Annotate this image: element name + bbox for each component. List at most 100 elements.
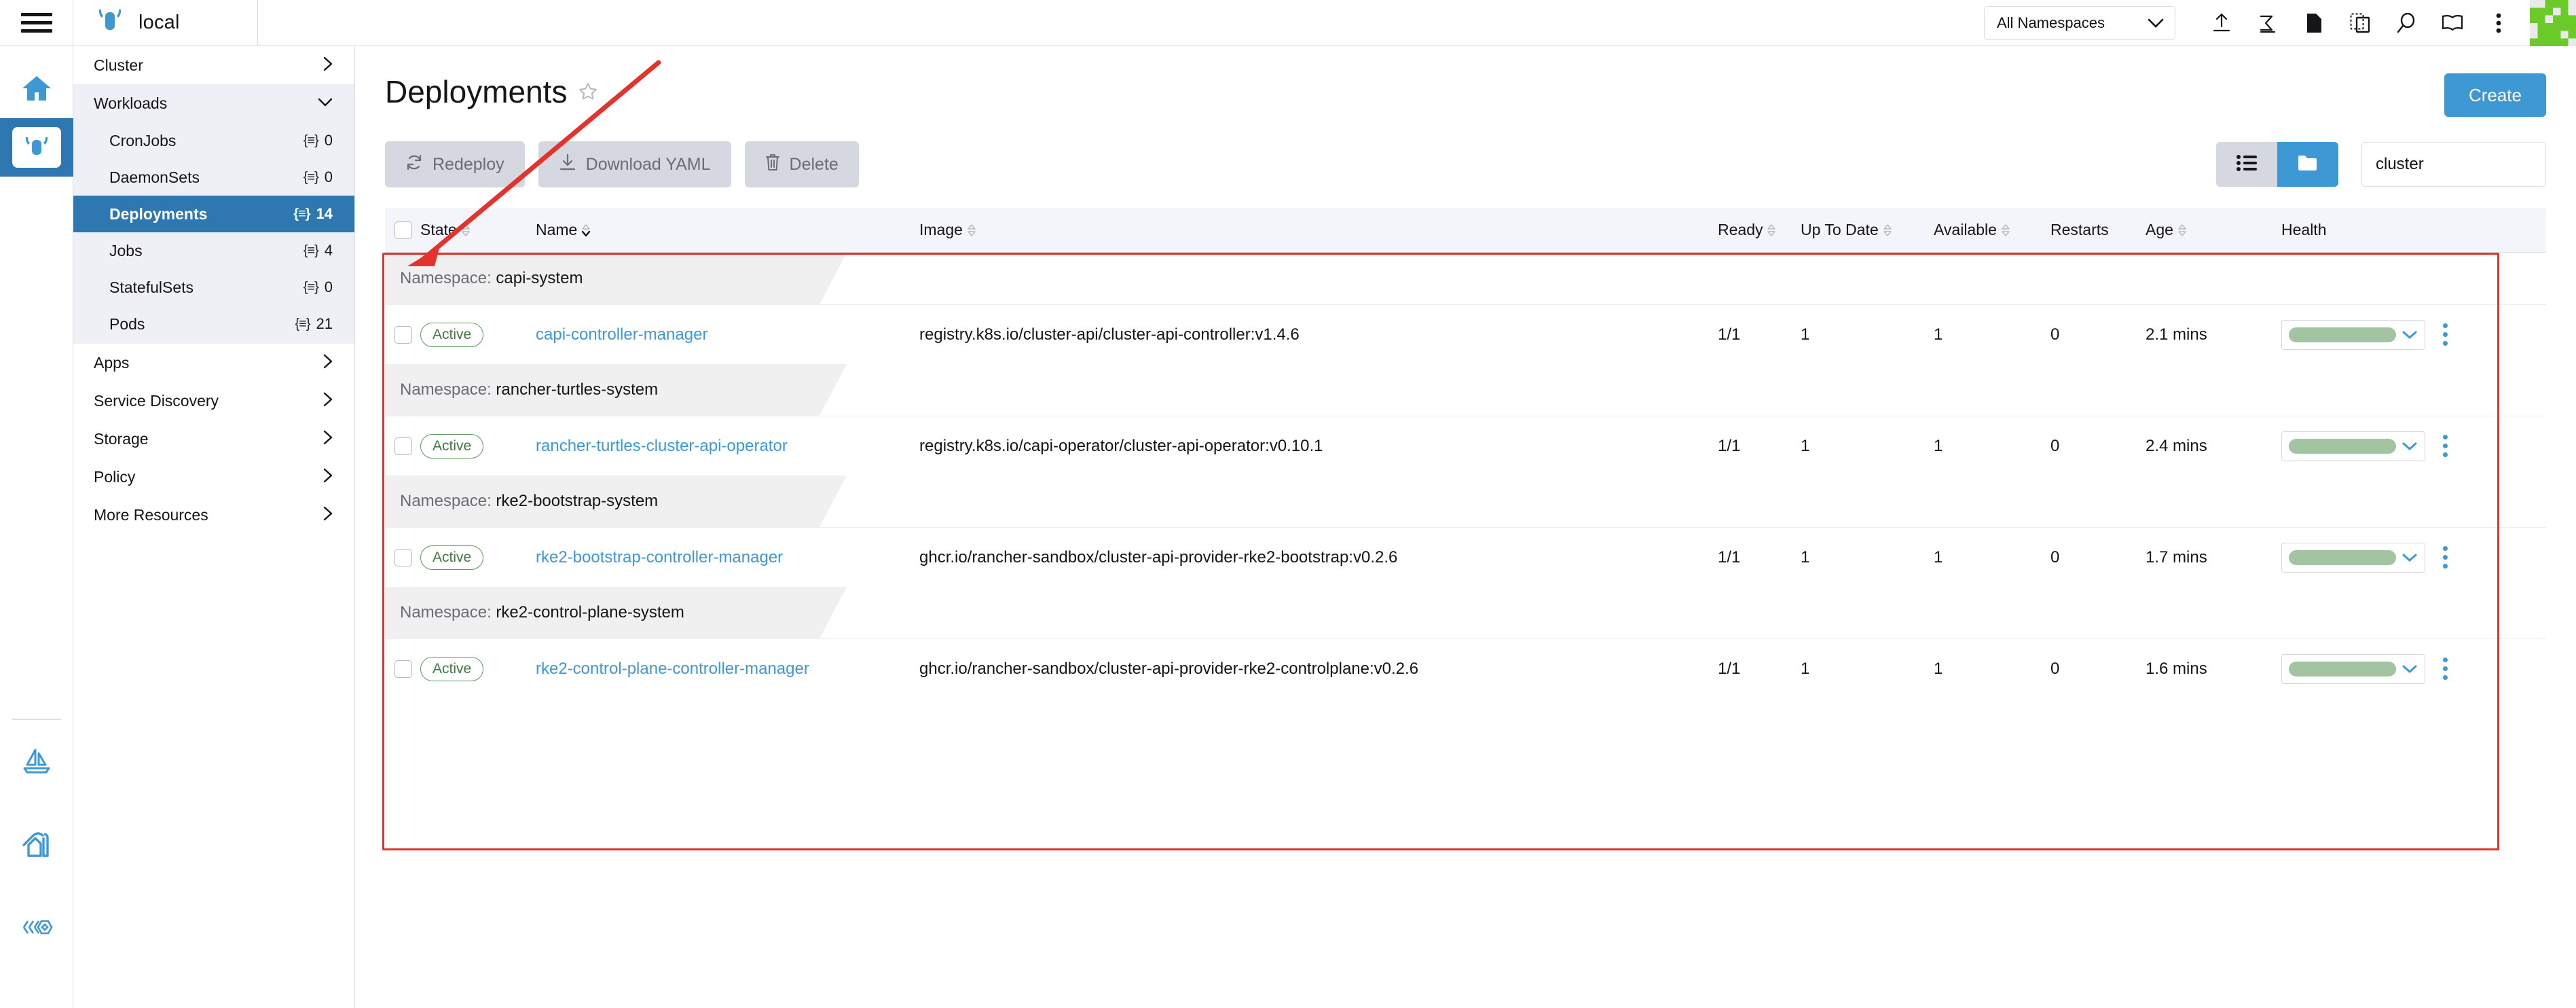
flat-list-view-button[interactable] — [2216, 142, 2277, 187]
deployment-link[interactable]: rke2-control-plane-controller-manager — [536, 660, 809, 678]
sidebar-item-label: Jobs — [109, 241, 143, 259]
kubectl-shell-icon[interactable] — [2245, 0, 2291, 46]
namespace-group-header: Namespace: rke2-bootstrap-system — [385, 475, 2546, 527]
row-select-cell — [385, 325, 420, 344]
namespace-group-header: Namespace: capi-system — [385, 253, 2546, 304]
file-icon[interactable] — [2291, 0, 2337, 46]
delete-button[interactable]: Delete — [744, 141, 859, 187]
docs-icon[interactable] — [2429, 0, 2476, 46]
search-filter[interactable] — [2361, 142, 2546, 187]
table-row[interactable]: Active rke2-control-plane-controller-man… — [385, 638, 2546, 698]
sidebar-item-cronjobs[interactable]: CronJobs {≡} 0 — [73, 122, 354, 159]
column-header-label: State — [420, 221, 457, 238]
local-cluster-icon[interactable] — [0, 118, 73, 177]
column-header-available[interactable]: Available — [1934, 221, 2050, 239]
sidebar-item-count-value: 0 — [324, 278, 333, 295]
column-header-age[interactable]: Age — [2146, 221, 2281, 239]
row-ready-cell: 1/1 — [1718, 325, 1741, 344]
sidebar-group-storage[interactable]: Storage — [73, 420, 354, 458]
row-state-cell: Active — [420, 656, 536, 681]
deployment-link[interactable]: capi-controller-manager — [536, 325, 707, 344]
copy-kubeconfig-icon[interactable] — [2337, 0, 2383, 46]
namespace-value: rke2-control-plane-system — [496, 603, 684, 622]
column-header-label: Restarts — [2050, 221, 2109, 238]
sidebar-item-pods[interactable]: Pods {≡} 21 — [73, 306, 354, 342]
sidebar-group-workloads[interactable]: Workloads — [73, 84, 354, 122]
sidebar-item-statefulsets[interactable]: StatefulSets {≡} 0 — [73, 269, 354, 306]
namespace-value: capi-system — [496, 269, 583, 287]
home-icon[interactable] — [0, 60, 73, 118]
star-outline-icon[interactable] — [578, 82, 598, 102]
row-select-cell — [385, 437, 420, 455]
search-icon[interactable] — [2383, 0, 2429, 46]
sidebar-item-label: CronJobs — [109, 131, 177, 149]
overflow-menu-icon[interactable] — [2476, 0, 2522, 46]
row-checkbox[interactable] — [394, 325, 412, 344]
sidebar-group-cluster[interactable]: Cluster — [73, 46, 354, 84]
row-actions-menu[interactable] — [2440, 321, 2450, 348]
row-checkbox[interactable] — [394, 660, 412, 678]
avatar[interactable] — [2530, 0, 2576, 46]
row-actions-menu[interactable] — [2440, 655, 2450, 683]
column-header-image[interactable]: Image — [919, 221, 1718, 239]
sidebar-group-label: Storage — [94, 429, 149, 448]
column-header-state[interactable]: State — [420, 221, 536, 239]
download-yaml-button[interactable]: Download YAML — [538, 141, 731, 187]
row-up-to-date-cell: 1 — [1801, 436, 1810, 455]
deployment-link[interactable]: rke2-bootstrap-controller-manager — [536, 548, 783, 566]
row-actions-menu[interactable] — [2440, 432, 2450, 460]
sidebar-group-apps[interactable]: Apps — [73, 344, 354, 382]
sidebar-group-service-discovery[interactable]: Service Discovery — [73, 382, 354, 420]
table-row[interactable]: Active capi-controller-manager registry.… — [385, 304, 2546, 364]
row-actions-menu[interactable] — [2440, 543, 2450, 571]
create-button[interactable]: Create — [2444, 73, 2546, 117]
column-header-name[interactable]: Name — [536, 221, 919, 239]
sidebar-group-policy[interactable]: Policy — [73, 458, 354, 496]
row-checkbox[interactable] — [394, 548, 412, 566]
fleet-icon[interactable] — [0, 720, 73, 803]
health-dropdown[interactable] — [2281, 431, 2425, 461]
hamburger-menu-icon[interactable] — [0, 0, 73, 46]
search-input[interactable] — [2376, 155, 2532, 174]
table-row[interactable]: Active rke2-bootstrap-controller-manager… — [385, 527, 2546, 587]
chevron-right-icon — [323, 506, 333, 524]
health-dropdown[interactable] — [2281, 542, 2425, 573]
sidebar-item-count: {≡} 0 — [303, 132, 333, 149]
deployment-link[interactable]: rancher-turtles-cluster-api-operator — [536, 437, 788, 455]
row-restarts-cell: 0 — [2050, 547, 2060, 566]
action-row: Redeploy Download YAML Delete — [385, 141, 2546, 187]
redeploy-button[interactable]: Redeploy — [385, 141, 525, 187]
sidebar-group-label: Apps — [94, 353, 130, 372]
download-yaml-label: Download YAML — [585, 154, 711, 174]
select-all-checkbox[interactable] — [394, 221, 412, 239]
row-age-cell: 2.1 mins — [2146, 325, 2207, 344]
cluster-identity[interactable]: local — [73, 0, 258, 46]
row-restarts-cell: 0 — [2050, 325, 2060, 344]
sidebar-item-deployments[interactable]: Deployments {≡} 14 — [73, 196, 354, 232]
row-image-cell: ghcr.io/rancher-sandbox/cluster-api-prov… — [919, 547, 1398, 566]
namespace-prefix: Namespace: — [400, 603, 492, 622]
column-header-ready[interactable]: Ready — [1718, 221, 1801, 239]
namespace-value: rancher-turtles-system — [496, 380, 659, 399]
row-ready-cell: 1/1 — [1718, 659, 1741, 678]
health-dropdown[interactable] — [2281, 653, 2425, 684]
grouped-view-button[interactable] — [2277, 142, 2338, 187]
health-dropdown[interactable] — [2281, 319, 2425, 350]
import-yaml-icon[interactable] — [2198, 0, 2245, 46]
sidebar-group-more-resources[interactable]: More Resources — [73, 496, 354, 534]
namespace-filter-dropdown[interactable]: All Namespaces — [1984, 5, 2175, 40]
sidebar-item-daemonsets[interactable]: DaemonSets {≡} 0 — [73, 159, 354, 196]
view-toggle-group — [2216, 142, 2338, 187]
column-header-up-to-date[interactable]: Up To Date — [1801, 221, 1934, 239]
select-all-cell — [385, 221, 420, 239]
sort-arrows-icon — [966, 223, 977, 237]
row-health-cell — [2281, 653, 2546, 684]
column-header-label: Up To Date — [1801, 221, 1879, 238]
column-header-label: Image — [919, 221, 963, 238]
sidebar-item-jobs[interactable]: Jobs {≡} 4 — [73, 232, 354, 269]
rancher-turtles-icon[interactable] — [0, 803, 73, 886]
row-available-cell: 1 — [1934, 659, 1943, 678]
table-row[interactable]: Active rancher-turtles-cluster-api-opera… — [385, 416, 2546, 475]
extensions-icon[interactable] — [0, 886, 73, 969]
row-checkbox[interactable] — [394, 437, 412, 455]
